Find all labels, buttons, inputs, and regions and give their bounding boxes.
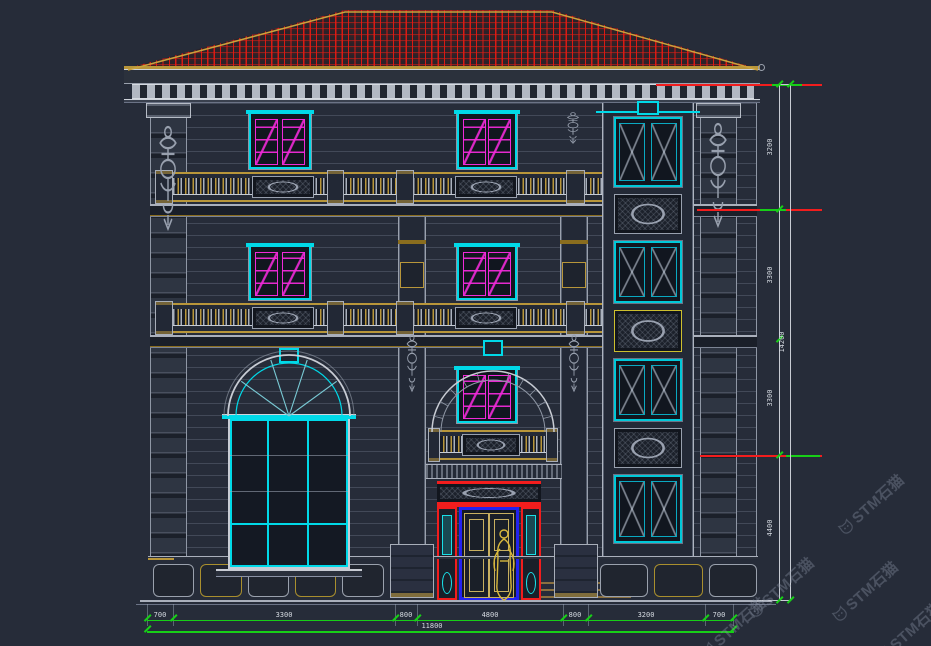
roof-edge-lines	[128, 12, 758, 70]
dim-chain-line-bottom	[147, 620, 734, 621]
datum-circle	[758, 64, 765, 71]
dim-total-line-right	[790, 84, 791, 601]
ornament-drop-arch-left	[407, 335, 417, 391]
dim-total-line-bottom	[147, 631, 734, 633]
fanlight-spokes	[241, 360, 336, 416]
scale-figure	[494, 530, 514, 600]
dim-label-bottom-5: 800	[563, 611, 587, 619]
dim-label-right-1: 3200	[766, 127, 774, 167]
level-mark-green	[760, 209, 786, 211]
dim-label-bottom-2: 3300	[272, 611, 296, 619]
dim-label-bottom-4: 4800	[478, 611, 502, 619]
dim-label-bottom-1: 700	[148, 611, 172, 619]
dim-label-bottom-total: 11800	[412, 622, 452, 630]
ornament-drop-arch-right	[569, 335, 579, 391]
linework-overlay	[0, 0, 931, 646]
ornament-pilaster-top	[568, 113, 579, 144]
dim-label-bottom-3: 800	[394, 611, 418, 619]
cad-elevation-canvas[interactable]: 3200 3300 3300 4400 14200 700 3300 800 4…	[0, 0, 931, 646]
ornament-drop-left-pilaster	[160, 127, 176, 229]
dim-label-right-4: 4400	[766, 508, 774, 548]
dim-label-right-total: 14200	[778, 322, 786, 362]
dim-label-right-2: 3300	[766, 255, 774, 295]
dim-label-bottom-6: 3200	[634, 611, 658, 619]
dim-label-right-3: 3300	[766, 378, 774, 418]
level-mark-green	[786, 455, 820, 457]
